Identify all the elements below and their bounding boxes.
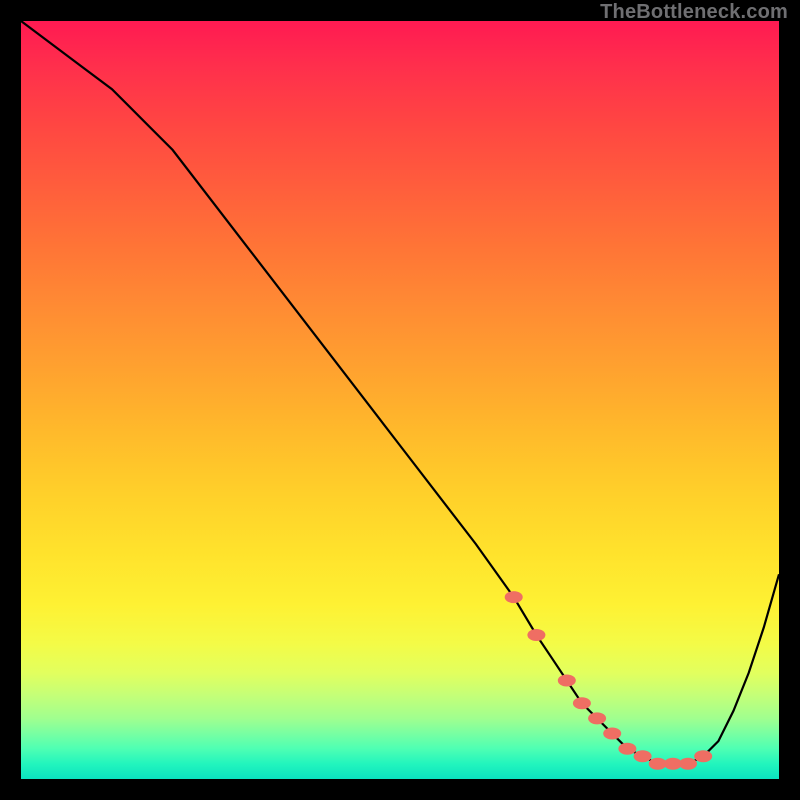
- marker-point: [588, 712, 606, 724]
- marker-point: [634, 750, 652, 762]
- marker-point: [558, 675, 576, 687]
- marker-point: [694, 750, 712, 762]
- watermark-text: TheBottleneck.com: [600, 1, 788, 24]
- marker-point: [527, 629, 545, 641]
- marker-point: [679, 758, 697, 770]
- marker-point: [505, 591, 523, 603]
- bottleneck-curve-path: [21, 21, 779, 764]
- highlighted-points-group: [505, 591, 713, 770]
- marker-point: [618, 743, 636, 755]
- marker-point: [573, 697, 591, 709]
- chart-frame: [21, 21, 779, 779]
- chart-svg: [21, 21, 779, 779]
- marker-point: [603, 728, 621, 740]
